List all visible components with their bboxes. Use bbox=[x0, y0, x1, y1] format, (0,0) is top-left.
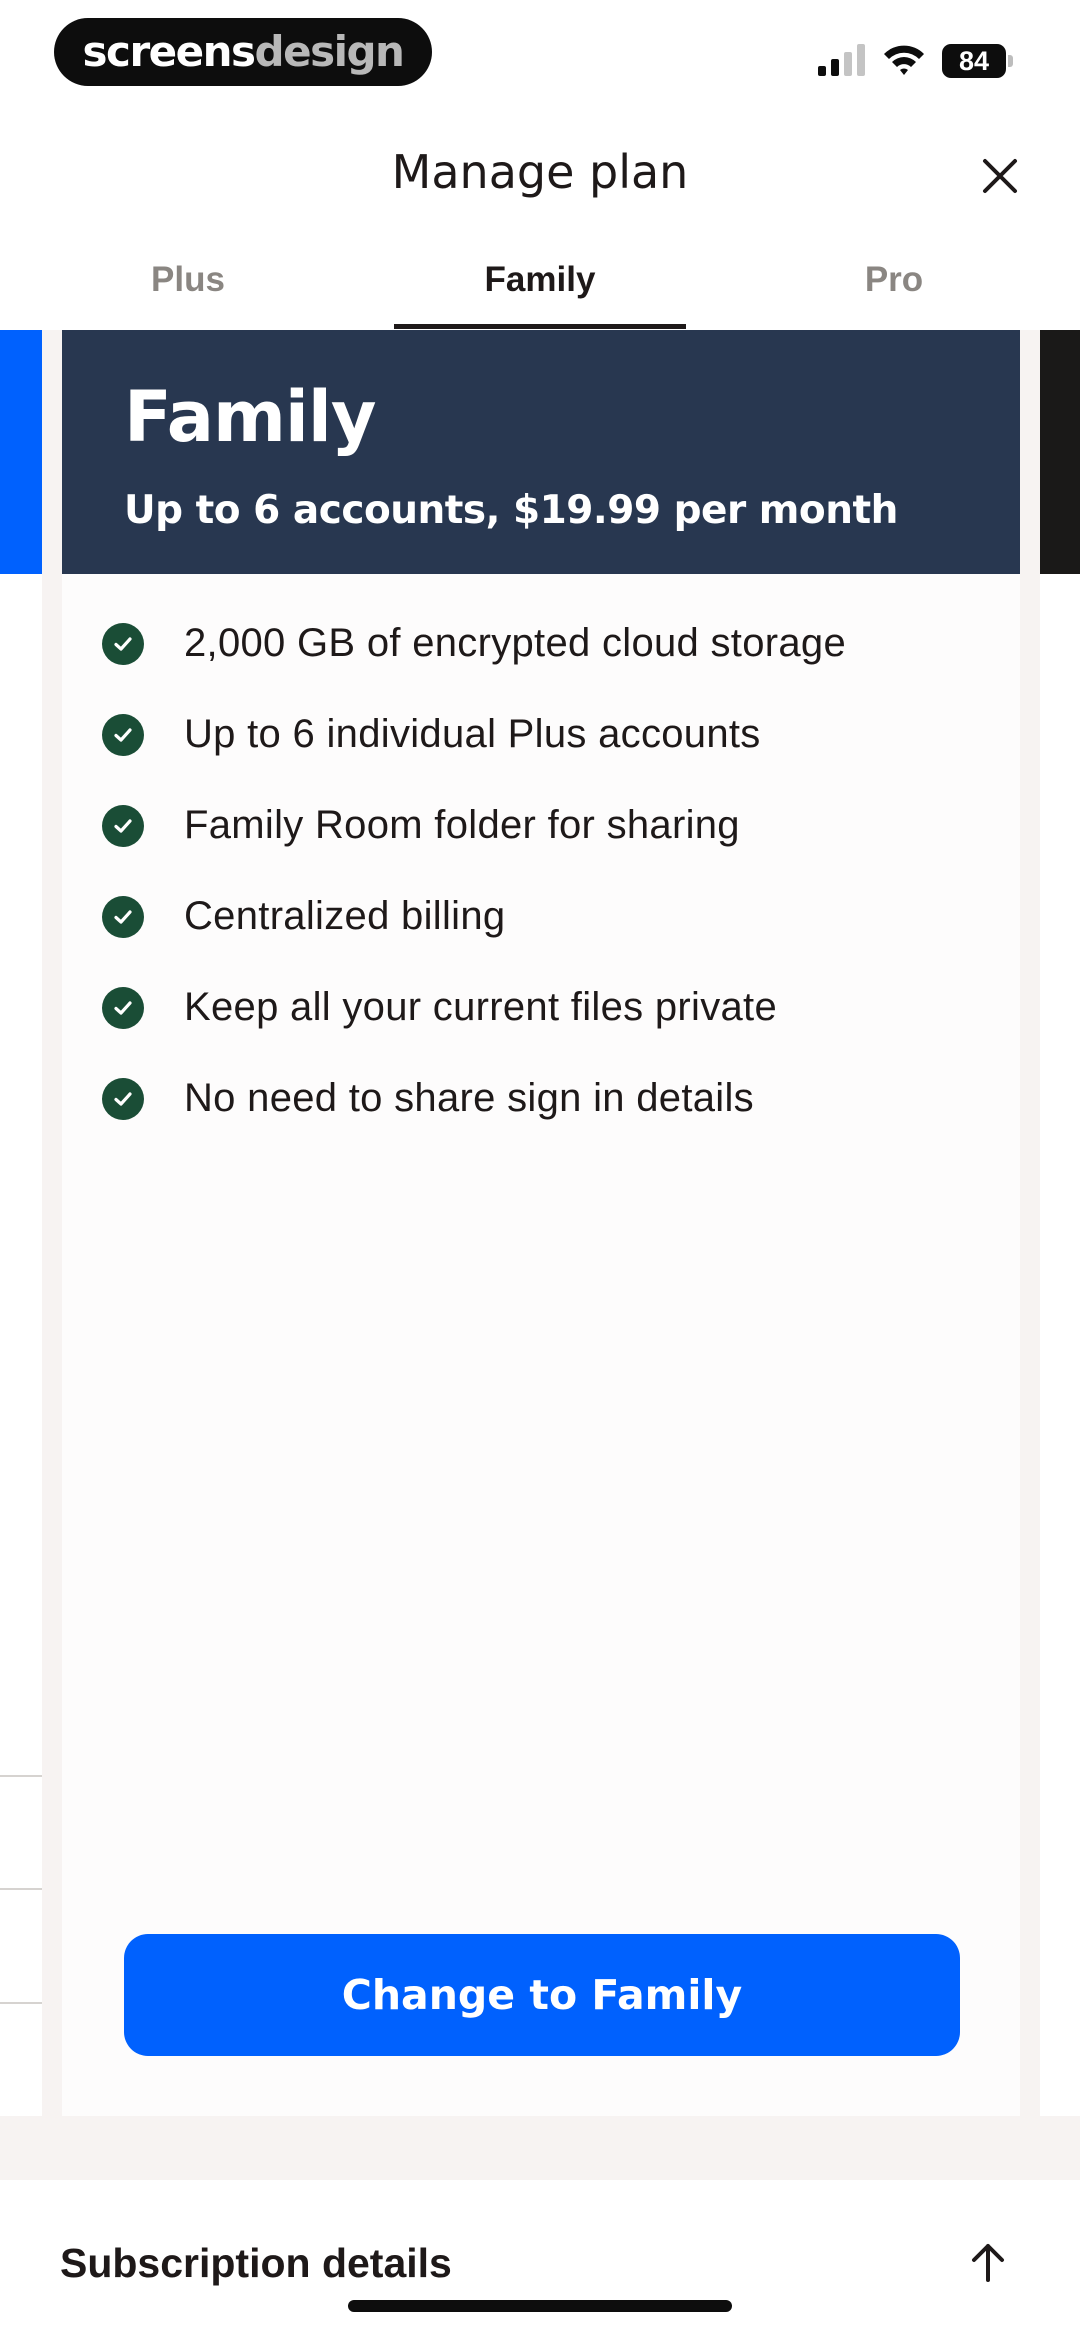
brand-logo-part2: design bbox=[254, 27, 405, 76]
plan-subtitle: Up to 6 accounts, $19.99 per month bbox=[124, 488, 898, 533]
battery-icon: 84 bbox=[942, 44, 1014, 78]
feature-item: Family Room folder for sharing bbox=[102, 780, 1002, 871]
tab-family[interactable]: Family bbox=[394, 250, 686, 330]
feature-item: 2,000 GB of encrypted cloud storage bbox=[102, 598, 1002, 689]
divider bbox=[0, 1775, 42, 1777]
check-icon bbox=[102, 895, 144, 938]
feature-text: Keep all your current files private bbox=[184, 985, 777, 1029]
family-plan-card: Family Up to 6 accounts, $19.99 per mont… bbox=[62, 330, 1020, 2116]
close-icon bbox=[983, 159, 1017, 193]
divider bbox=[0, 2002, 42, 2004]
change-plan-button[interactable]: Change to Family bbox=[124, 1934, 960, 2056]
tab-plus[interactable]: Plus bbox=[88, 250, 288, 330]
plan-name: Family bbox=[124, 376, 377, 458]
check-icon bbox=[102, 622, 144, 665]
feature-item: Centralized billing bbox=[102, 871, 1002, 962]
subscription-details-title[interactable]: Subscription details bbox=[60, 2240, 452, 2287]
tab-active-indicator bbox=[394, 324, 686, 329]
status-bar: screensdesign 84 bbox=[0, 0, 1080, 110]
feature-item: Keep all your current files private bbox=[102, 962, 1002, 1053]
feature-text: No need to share sign in details bbox=[184, 1076, 754, 1120]
check-icon bbox=[102, 804, 144, 847]
close-button[interactable] bbox=[972, 148, 1028, 204]
feature-text: 2,000 GB of encrypted cloud storage bbox=[184, 621, 847, 665]
pro-card-peek[interactable] bbox=[1040, 330, 1080, 574]
wifi-icon bbox=[884, 45, 924, 75]
plus-card-peek[interactable] bbox=[0, 330, 42, 574]
brand-logo-part1: screens bbox=[82, 27, 256, 76]
feature-item: Up to 6 individual Plus accounts bbox=[102, 689, 1002, 780]
battery-level: 84 bbox=[942, 44, 1006, 78]
arrow-up-icon[interactable] bbox=[962, 2236, 1014, 2288]
check-icon bbox=[102, 1077, 144, 1120]
page-title: Manage plan bbox=[391, 145, 689, 199]
feature-item: No need to share sign in details bbox=[102, 1053, 1002, 1144]
check-icon bbox=[102, 713, 144, 756]
signal-icon bbox=[818, 44, 865, 76]
tab-pro[interactable]: Pro bbox=[794, 250, 994, 330]
feature-text: Up to 6 individual Plus accounts bbox=[184, 712, 761, 756]
home-indicator bbox=[348, 2300, 732, 2312]
plan-card-header: Family Up to 6 accounts, $19.99 per mont… bbox=[62, 330, 1020, 574]
feature-text: Family Room folder for sharing bbox=[184, 803, 740, 847]
plan-tabs: Plus Family Pro bbox=[0, 250, 1080, 330]
brand-logo: screensdesign bbox=[54, 18, 432, 86]
feature-list: 2,000 GB of encrypted cloud storage Up t… bbox=[102, 598, 1002, 1144]
check-icon bbox=[102, 986, 144, 1029]
divider bbox=[0, 1888, 42, 1890]
feature-text: Centralized billing bbox=[184, 894, 506, 938]
section-divider bbox=[0, 2116, 1080, 2180]
